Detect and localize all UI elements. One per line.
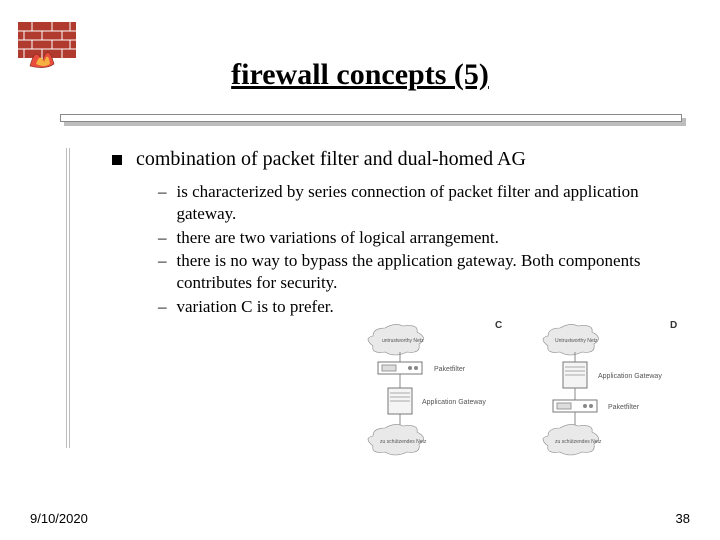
diagram-ag-label-d: Application Gateway	[598, 373, 662, 380]
diagram-label-d: D	[670, 320, 677, 331]
slide: firewall concepts (5) combination of pac…	[0, 0, 720, 540]
slide-title: firewall concepts (5)	[30, 58, 690, 92]
network-diagram: C untrustworthy Netz Paketfilter Applica…	[350, 318, 680, 468]
footer-page: 38	[676, 511, 690, 526]
diagram-pf-label-d: Paketfilter	[608, 404, 640, 411]
diagram-ag-label: Application Gateway	[422, 399, 486, 406]
diagram-net-bottom-c: zu schützendes Netz	[380, 439, 427, 445]
main-bullet-text: combination of packet filter and dual-ho…	[136, 148, 526, 171]
diagram-net-top-c: untrustworthy Netz	[382, 338, 424, 344]
sub-bullets: –is characterized by series connection o…	[158, 181, 682, 318]
diagram-label-c: C	[495, 320, 502, 331]
dash-icon: –	[158, 296, 167, 318]
footer-date: 9/10/2020	[30, 511, 88, 526]
dash-icon: –	[158, 250, 167, 294]
sub-bullet-text: variation C is to prefer.	[177, 296, 334, 318]
firewall-logo-icon	[18, 22, 76, 70]
sub-bullet: –is characterized by series connection o…	[158, 181, 682, 225]
sub-bullet: –variation C is to prefer.	[158, 296, 682, 318]
square-bullet-icon	[112, 155, 122, 165]
sub-bullet: –there is no way to bypass the applicati…	[158, 250, 682, 294]
diagram-net-top-d: Untrustworthy Netz	[555, 338, 598, 344]
footer: 9/10/2020 38	[30, 511, 690, 526]
sub-bullet: –there are two variations of logical arr…	[158, 227, 682, 249]
sub-bullet-text: is characterized by series connection of…	[177, 181, 683, 225]
dash-icon: –	[158, 227, 167, 249]
sub-bullet-text: there are two variations of logical arra…	[177, 227, 499, 249]
main-bullet: combination of packet filter and dual-ho…	[112, 148, 682, 171]
dash-icon: –	[158, 181, 167, 225]
sub-bullet-text: there is no way to bypass the applicatio…	[177, 250, 683, 294]
diagram-pf-label: Paketfilter	[434, 366, 466, 373]
diagram-net-bottom-d: zu schützendes Netz	[555, 439, 602, 445]
divider-bar	[60, 114, 682, 122]
